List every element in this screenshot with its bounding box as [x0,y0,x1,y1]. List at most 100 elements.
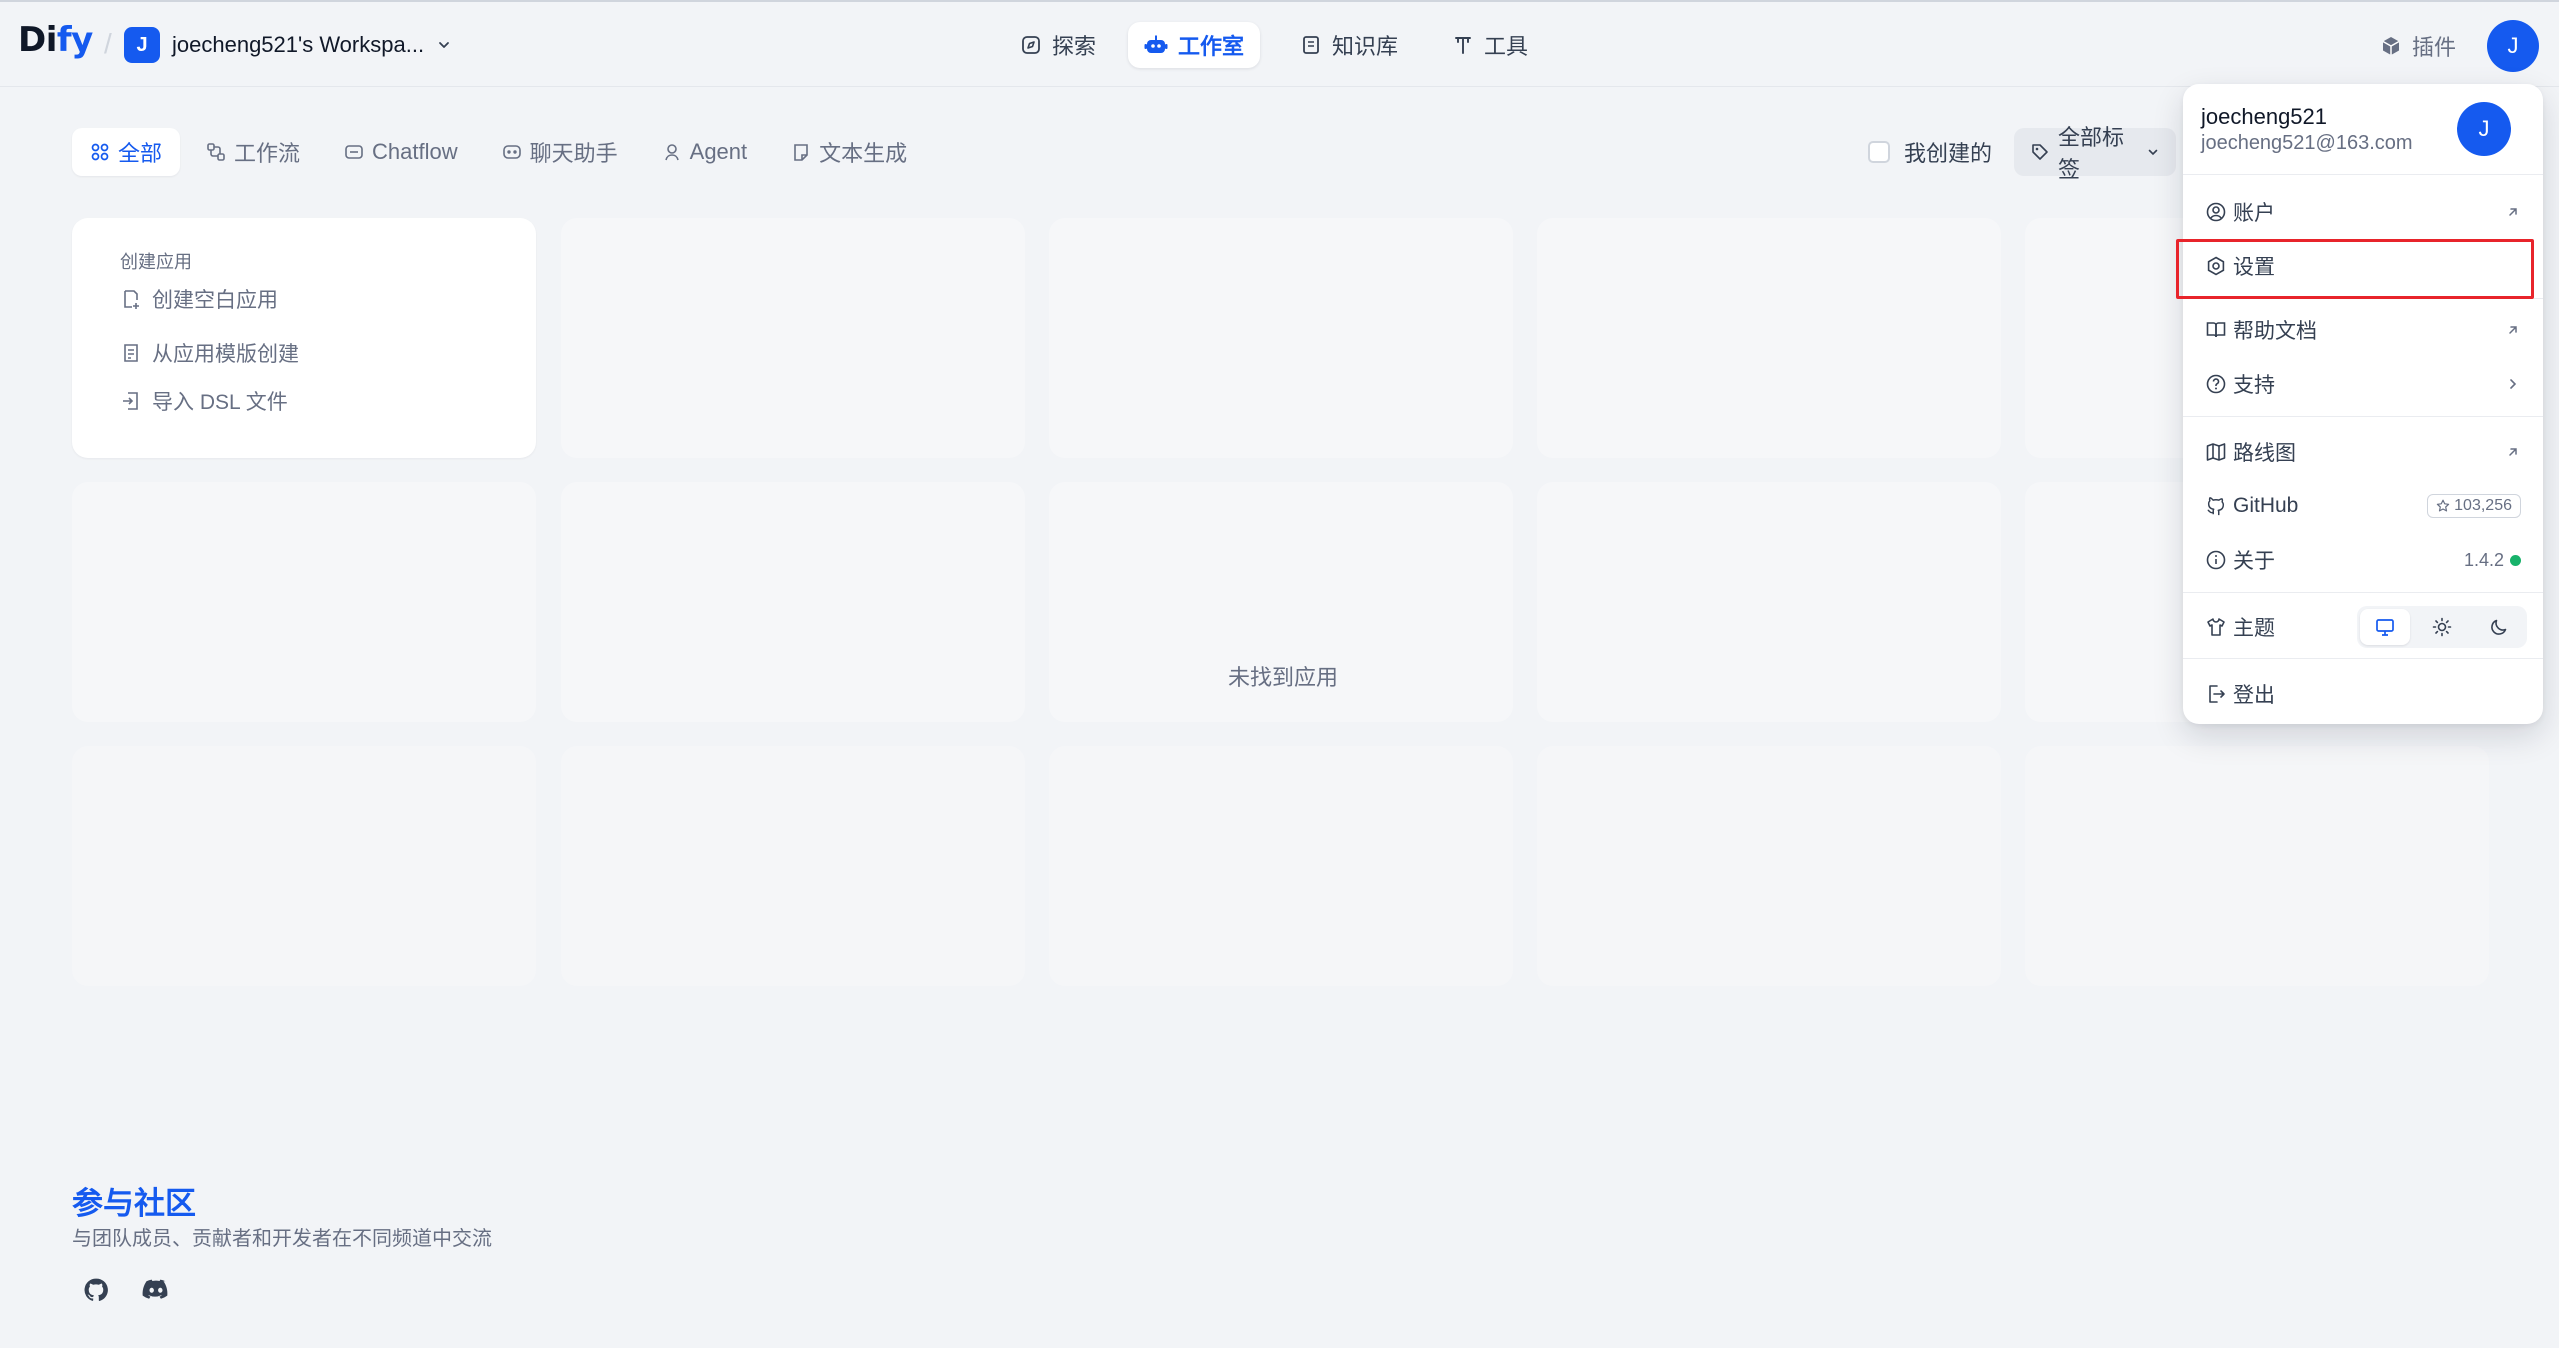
menu-divider [2183,416,2543,417]
created-by-me-label: 我创建的 [1904,141,1993,166]
user-email: joecheng521@163.com [2201,132,2413,154]
create-from-template-button[interactable]: 从应用模版创建 [120,336,299,370]
tag-icon [2030,142,2050,162]
info-circle-icon [2205,549,2227,571]
tab-all[interactable]: 全部 [72,128,181,176]
grid-icon [90,142,110,162]
nav-explore[interactable]: 探索 [1004,22,1112,68]
menu-item-roadmap-label: 路线图 [2233,442,2296,465]
chevron-down-icon [436,37,452,53]
chatflow-icon [344,142,364,162]
menu-divider [2183,174,2543,175]
github-stars-count: 103,256 [2454,497,2512,514]
tab-text-generation[interactable]: 文本生成 [773,128,925,176]
open-book-icon [2205,319,2227,341]
community-subtitle: 与团队成员、贡献者和开发者在不同频道中交流 [72,1228,492,1250]
book-icon [1300,34,1322,56]
tags-filter-dropdown[interactable]: 全部标签 [2014,125,2176,182]
logout-icon [2205,683,2227,705]
arrow-up-right-icon [2505,322,2521,338]
github-icon [2205,495,2227,517]
tab-agent[interactable]: Agent [644,128,766,176]
app-card-placeholder [2025,746,2489,986]
app-card-placeholder [1049,746,1513,986]
menu-item-help-docs[interactable]: 帮助文档 [2191,306,2535,354]
menu-item-github[interactable]: GitHub 103,256 [2191,482,2535,530]
created-by-me-toggle[interactable]: 我创建的 [1868,130,1992,174]
file-import-icon [120,390,142,412]
document-icon [791,142,811,162]
settings-highlight-box [2176,239,2534,299]
question-circle-icon [2205,373,2227,395]
workflow-icon [206,142,226,162]
tab-chatflow[interactable]: Chatflow [326,128,476,176]
theme-system-button[interactable] [2360,609,2411,645]
no-apps-message: 未找到应用 [1228,665,1339,690]
menu-item-account-label: 账户 [2233,202,2275,225]
user-menu-dropdown: joecheng521 joecheng521@163.com J 账户 设置 … [2183,84,2543,724]
shirt-icon [2205,616,2227,638]
workspace-selector[interactable]: J joecheng521's Workspa... [124,25,452,65]
monitor-icon [2374,616,2396,638]
discord-icon[interactable] [138,1272,174,1308]
create-app-card: 创建应用 创建空白应用 从应用模版创建 导入 DSL 文件 [72,218,536,458]
user-circle-icon [2205,201,2227,223]
tab-workflow[interactable]: 工作流 [188,128,318,176]
menu-item-support[interactable]: 支持 [2191,360,2535,408]
plugins-label: 插件 [2412,35,2457,60]
tags-filter-label: 全部标签 [2058,125,2125,182]
version-status-dot [2510,554,2521,566]
dify-logo[interactable]: Dify [18,20,93,68]
plugins-button[interactable]: 插件 [2380,28,2456,64]
create-blank-app-button[interactable]: 创建空白应用 [120,282,278,316]
create-blank-app-label: 创建空白应用 [152,289,278,312]
hammer-icon [1452,34,1474,56]
nav-explore-label: 探索 [1052,34,1097,59]
menu-item-roadmap[interactable]: 路线图 [2191,428,2535,476]
nav-studio[interactable]: 工作室 [1128,22,1261,68]
tab-agent-label: Agent [689,139,748,164]
import-dsl-label: 导入 DSL 文件 [152,391,288,414]
menu-item-support-label: 支持 [2233,374,2275,397]
menu-item-logout[interactable]: 登出 [2191,670,2535,718]
import-dsl-button[interactable]: 导入 DSL 文件 [120,384,288,418]
logo-text-main: Di [18,20,57,60]
compass-icon [1020,34,1042,56]
tab-chat-assistant-label: 聊天助手 [529,141,618,166]
star-icon [2436,499,2450,513]
created-by-me-checkbox[interactable] [1868,141,1890,163]
tab-chat-assistant[interactable]: 聊天助手 [484,128,636,176]
tab-workflow-label: 工作流 [234,141,301,166]
nav-tools[interactable]: 工具 [1436,22,1544,68]
arrow-up-right-icon [2505,204,2521,220]
file-template-icon [120,342,142,364]
arrow-up-right-icon [2505,444,2521,460]
create-app-title: 创建应用 [120,252,192,272]
app-card-placeholder [561,746,1025,986]
github-stars-badge: 103,256 [2427,494,2521,518]
user-avatar-button[interactable]: J [2487,20,2539,72]
github-icon[interactable] [78,1272,114,1308]
app-card-placeholder [1537,218,2001,458]
agent-icon [662,142,682,162]
menu-item-about[interactable]: 关于 1.4.2 [2191,536,2535,584]
menu-item-account[interactable]: 账户 [2191,188,2535,236]
menu-divider [2183,592,2543,593]
theme-light-button[interactable] [2417,609,2467,645]
github-stars: 103,256 [2427,494,2521,518]
chat-bubble-icon [502,142,522,162]
theme-dark-button[interactable] [2474,609,2524,645]
community-title: 参与社区 [72,1186,196,1221]
menu-item-github-label: GitHub [2233,494,2299,517]
nav-knowledge[interactable]: 知识库 [1284,22,1414,68]
nav-knowledge-label: 知识库 [1332,34,1399,59]
cube-icon [2380,35,2402,57]
workspace-name: joecheng521's Workspa... [172,32,425,57]
nav-tools-label: 工具 [1484,34,1529,59]
map-icon [2205,441,2227,463]
moon-icon [2488,616,2510,638]
app-card-placeholder [1537,482,2001,722]
menu-item-theme: 主题 [2191,603,2535,651]
app-card-placeholder [1049,218,1513,458]
tab-chatflow-label: Chatflow [372,139,458,164]
